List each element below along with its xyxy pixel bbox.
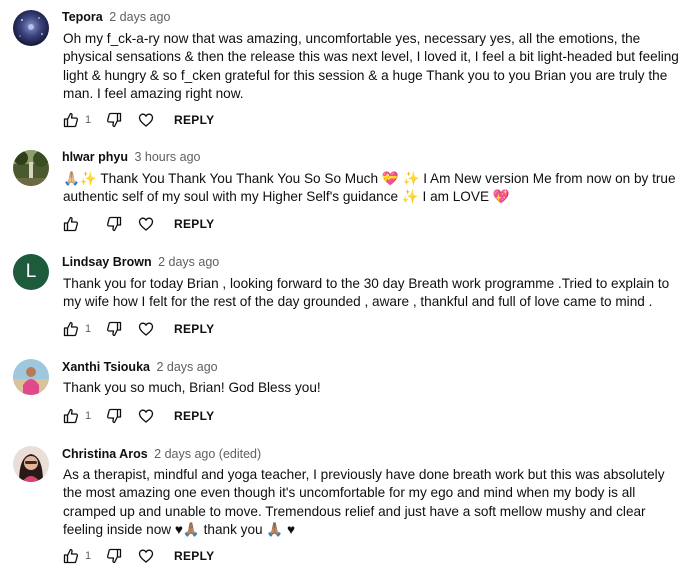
comment-author[interactable]: Tepora	[62, 10, 103, 24]
comment-author[interactable]: hlwar phyu	[62, 150, 128, 164]
heart-icon[interactable]	[137, 407, 155, 425]
comment-timestamp[interactable]: 2 days ago	[158, 255, 219, 269]
reply-button[interactable]: REPLY	[174, 549, 214, 563]
comment-text: Oh my f_ck-a-ry now that was amazing, un…	[63, 31, 679, 102]
comment-author[interactable]: Xanthi Tsiouka	[62, 360, 150, 374]
thumbs-up-icon[interactable]	[62, 215, 80, 233]
avatar[interactable]: L	[13, 254, 49, 290]
comment-timestamp[interactable]: 3 hours ago	[134, 150, 200, 164]
comment-author[interactable]: Lindsay Brown	[62, 255, 152, 269]
avatar[interactable]	[13, 10, 49, 46]
reply-button[interactable]: REPLY	[174, 409, 214, 423]
comment-timestamp[interactable]: 2 days ago	[156, 360, 217, 374]
comment-actions: 1 REPLY	[62, 406, 214, 426]
thumbs-down-icon[interactable]	[105, 407, 123, 425]
comment-actions: REPLY	[62, 214, 214, 234]
comment-text: Thank you for today Brian , looking forw…	[63, 276, 670, 310]
comment-timestamp[interactable]: 2 days ago (edited)	[154, 447, 261, 461]
thumbs-down-icon[interactable]	[105, 547, 123, 565]
thumbs-up-icon[interactable]	[62, 320, 80, 338]
thumbs-down-icon[interactable]	[105, 320, 123, 338]
comment-meta: Christina Aros 2 days ago (edited)	[62, 447, 261, 461]
comment-meta: Tepora 2 days ago	[62, 10, 170, 24]
comment-meta: hlwar phyu 3 hours ago	[62, 150, 201, 164]
thumbs-up-icon[interactable]	[62, 407, 80, 425]
reply-button[interactable]: REPLY	[174, 217, 214, 231]
comment-meta: Lindsay Brown 2 days ago	[62, 255, 219, 269]
reply-button[interactable]: REPLY	[174, 322, 214, 336]
heart-icon[interactable]	[137, 547, 155, 565]
heart-icon[interactable]	[137, 111, 155, 129]
comment-timestamp[interactable]: 2 days ago	[109, 10, 170, 24]
heart-icon[interactable]	[137, 320, 155, 338]
reply-button[interactable]: REPLY	[174, 113, 214, 127]
thumbs-down-icon[interactable]	[105, 215, 123, 233]
avatar[interactable]	[13, 359, 49, 395]
like-count: 1	[85, 114, 92, 126]
heart-icon[interactable]	[137, 215, 155, 233]
like-count: 1	[85, 410, 92, 422]
thumbs-up-icon[interactable]	[62, 547, 80, 565]
comment-author[interactable]: Christina Aros	[62, 447, 148, 461]
thumbs-down-icon[interactable]	[105, 111, 123, 129]
comment-actions: 1 REPLY	[62, 110, 214, 130]
avatar[interactable]	[13, 150, 49, 186]
thumbs-up-icon[interactable]	[62, 111, 80, 129]
like-count: 1	[85, 550, 92, 562]
comment-text: As a therapist, mindful and yoga teacher…	[63, 467, 665, 538]
comment-actions: 1 REPLY	[62, 319, 214, 339]
comment-text: 🙏🏼✨ Thank You Thank You Thank You So So …	[63, 171, 676, 205]
comment-meta: Xanthi Tsiouka 2 days ago	[62, 360, 218, 374]
comment-text: Thank you so much, Brian! God Bless you!	[63, 380, 321, 395]
avatar[interactable]	[13, 446, 49, 482]
comment-actions: 1 REPLY	[62, 546, 214, 566]
like-count: 1	[85, 323, 92, 335]
